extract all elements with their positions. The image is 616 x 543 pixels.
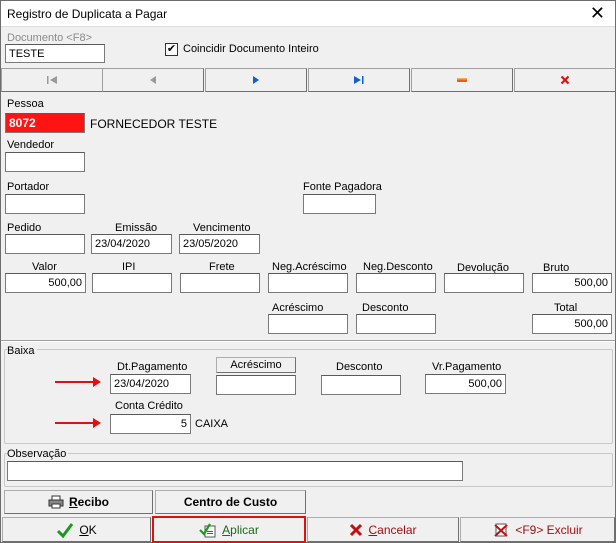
minus-button[interactable]	[411, 68, 513, 92]
recibo-label: Recibo	[68, 495, 109, 509]
acrescimo-button-label: Acréscimo	[230, 359, 282, 371]
delete-icon	[560, 75, 570, 85]
dt-pagamento-label: Dt.Pagamento	[117, 361, 188, 373]
ipi-label: IPI	[122, 261, 136, 273]
frete-input[interactable]	[180, 273, 260, 293]
apply-icon	[199, 522, 216, 537]
red-arrow-icon	[55, 377, 101, 387]
ok-label: OK	[79, 522, 97, 537]
pedido-input[interactable]	[5, 234, 85, 254]
cancel-icon	[350, 523, 363, 536]
red-arrow-icon	[55, 418, 101, 428]
checkmark-icon	[57, 522, 74, 538]
valor-input[interactable]: 500,00	[5, 273, 86, 293]
neg-desconto-label: Neg.Desconto	[363, 261, 433, 273]
total-label: Total	[554, 302, 578, 314]
desconto-label: Desconto	[362, 302, 409, 314]
vencimento-input[interactable]: 23/05/2020	[179, 234, 260, 254]
devolucao-input[interactable]	[444, 273, 524, 293]
valor-label: Valor	[32, 261, 57, 273]
excluir-label: <F9> Excluir	[515, 522, 583, 537]
portador-label: Portador	[7, 181, 50, 193]
recibo-button[interactable]: Recibo	[4, 490, 153, 514]
aplicar-button[interactable]: Aplicar	[152, 516, 306, 543]
title-bar: Registro de Duplicata a Pagar ✕	[1, 1, 615, 27]
fonte-pagadora-input[interactable]	[303, 194, 376, 214]
minus-icon	[457, 78, 467, 82]
ok-button[interactable]: OK	[2, 517, 151, 542]
centro-custo-button[interactable]: Centro de Custo	[155, 490, 306, 514]
baixa-group	[4, 349, 613, 444]
delete-document-icon	[494, 523, 508, 537]
bruto-input[interactable]: 500,00	[532, 273, 612, 293]
prev-icon	[150, 76, 156, 84]
frete-label: Frete	[209, 261, 235, 273]
next-record-button[interactable]	[205, 68, 307, 92]
pessoa-code-input[interactable]: 8072	[5, 113, 85, 133]
printer-icon	[48, 495, 64, 509]
baixa-acrescimo-input[interactable]	[216, 375, 296, 395]
documento-label: Documento <F8>	[7, 32, 92, 44]
neg-acrescimo-label: Neg.Acréscimo	[272, 261, 347, 273]
vencimento-label: Vencimento	[193, 222, 251, 234]
window: Registro de Duplicata a Pagar ✕ Document…	[0, 0, 616, 543]
observacao-label: Observação	[7, 448, 69, 460]
portador-input[interactable]	[5, 194, 85, 214]
cancelar-button[interactable]: Cancelar	[307, 517, 459, 542]
desconto-input[interactable]	[356, 314, 436, 334]
cancelar-label: Cancelar	[368, 522, 417, 537]
first-icon	[47, 76, 57, 84]
emissao-label: Emissão	[115, 222, 158, 234]
ipi-input[interactable]	[92, 273, 172, 293]
baixa-label: Baixa	[7, 345, 37, 357]
pedido-label: Pedido	[7, 222, 42, 234]
centro-custo-label: Centro de Custo	[183, 495, 278, 509]
last-icon	[354, 76, 364, 84]
divider	[1, 341, 615, 342]
vr-pagamento-input[interactable]: 500,00	[425, 374, 506, 394]
neg-desconto-input[interactable]	[356, 273, 436, 293]
acrescimo-label: Acréscimo	[272, 302, 324, 314]
conta-credito-label: Conta Crédito	[115, 400, 183, 412]
close-icon[interactable]: ✕	[590, 3, 605, 23]
fonte-pagadora-label: Fonte Pagadora	[303, 181, 382, 193]
dt-pagamento-input[interactable]: 23/04/2020	[110, 374, 191, 394]
last-record-button[interactable]	[308, 68, 410, 92]
neg-acrescimo-input[interactable]	[268, 273, 348, 293]
coincidir-label: Coincidir Documento Inteiro	[183, 43, 319, 55]
first-record-button[interactable]	[1, 68, 103, 92]
prev-record-button[interactable]	[102, 68, 204, 92]
vr-pagamento-label: Vr.Pagamento	[432, 361, 502, 373]
coincidir-checkbox[interactable]: ✔	[165, 43, 178, 56]
pessoa-name: FORNECEDOR TESTE	[90, 117, 218, 131]
observacao-input[interactable]	[7, 461, 463, 481]
acrescimo-button[interactable]: Acréscimo	[216, 357, 296, 373]
vendedor-input[interactable]	[5, 152, 85, 172]
acrescimo-input[interactable]	[268, 314, 348, 334]
excluir-button[interactable]: <F9> Excluir	[460, 517, 615, 542]
emissao-input[interactable]: 23/04/2020	[91, 234, 172, 254]
conta-credito-name: CAIXA	[195, 418, 229, 430]
pessoa-label: Pessoa	[7, 98, 44, 110]
delete-record-button[interactable]	[514, 68, 616, 92]
window-title: Registro de Duplicata a Pagar	[7, 7, 168, 21]
total-input[interactable]: 500,00	[532, 314, 612, 334]
vendedor-label: Vendedor	[7, 139, 55, 151]
conta-credito-input[interactable]: 5	[110, 414, 191, 434]
checkmark-icon: ✔	[166, 43, 177, 55]
documento-input[interactable]: TESTE	[5, 44, 105, 63]
baixa-desconto-input[interactable]	[321, 375, 401, 395]
baixa-desconto-label: Desconto	[336, 361, 383, 373]
aplicar-label: Aplicar	[222, 522, 259, 537]
next-icon	[253, 76, 259, 84]
